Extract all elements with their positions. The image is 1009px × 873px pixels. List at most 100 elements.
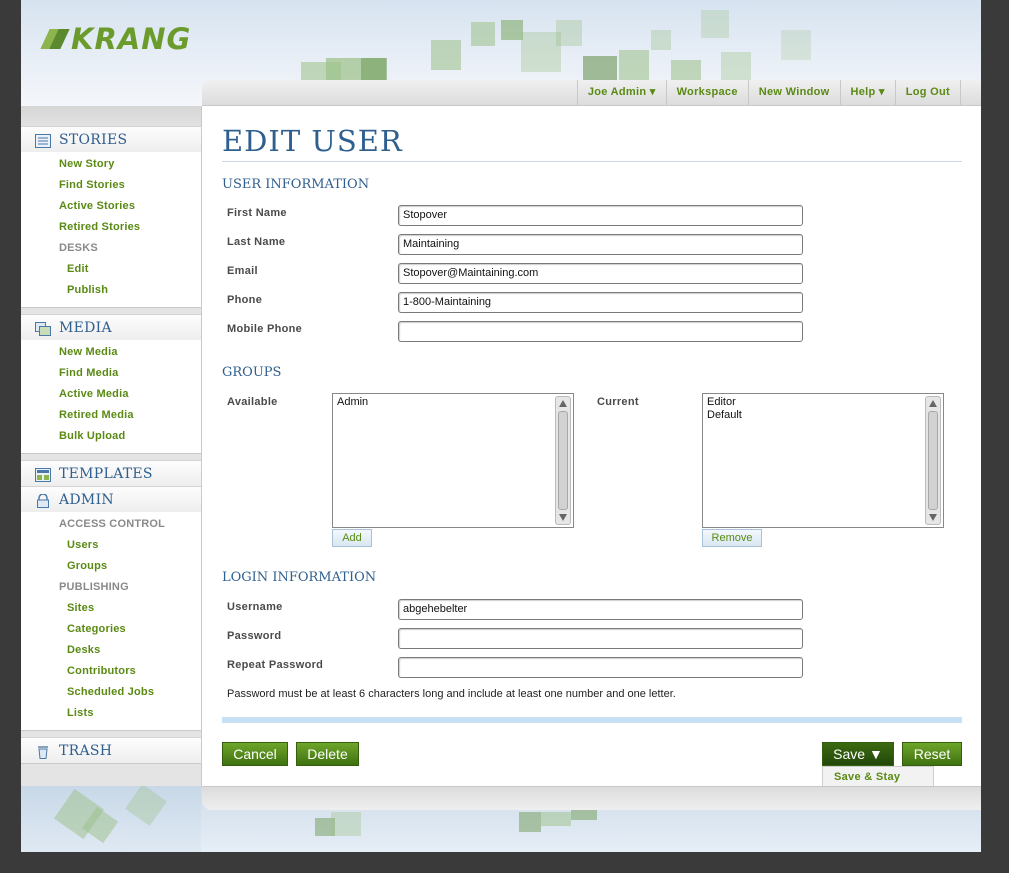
- reset-button[interactable]: Reset: [902, 742, 962, 766]
- password-label: Password: [227, 630, 282, 642]
- phone-label: Phone: [227, 294, 263, 306]
- page-title: EDIT USER: [222, 124, 962, 162]
- sidebar-media-title: MEDIA: [59, 319, 112, 336]
- app-frame: KRANG Joe Admin ▾ Workspace New Window H…: [21, 0, 981, 852]
- scroll-down-icon[interactable]: [929, 514, 937, 521]
- krang-logo[interactable]: KRANG: [39, 22, 191, 56]
- sidebar-media: MEDIA New Media Find Media Active Media …: [21, 314, 201, 454]
- sidebar-item-bulk-upload[interactable]: Bulk Upload: [21, 426, 201, 447]
- sidebar-templates: TEMPLATES: [21, 460, 201, 486]
- sidebar-templates-title: TEMPLATES: [59, 465, 153, 482]
- new-window-link[interactable]: New Window: [749, 80, 841, 105]
- scrollbar[interactable]: [555, 396, 571, 525]
- workspace-link[interactable]: Workspace: [667, 80, 749, 105]
- current-group-option[interactable]: Editor: [703, 396, 943, 409]
- sidebar-templates-header[interactable]: TEMPLATES: [21, 460, 201, 486]
- stories-icon: [35, 133, 51, 148]
- chevron-down-icon: ▾: [878, 86, 885, 98]
- repeat-password-label: Repeat Password: [227, 659, 324, 671]
- last-name-field[interactable]: Maintaining: [398, 234, 803, 255]
- templates-icon: [35, 467, 51, 482]
- sidebar-item-contributors[interactable]: Contributors: [21, 661, 201, 682]
- help-menu-label: Help: [850, 86, 876, 98]
- trash-icon: [35, 744, 51, 759]
- login-information-heading: LOGIN INFORMATION: [222, 570, 377, 585]
- user-menu[interactable]: Joe Admin ▾: [578, 80, 667, 105]
- sidebar-admin-title: ADMIN: [59, 491, 114, 508]
- sidebar-admin: ADMIN ACCESS CONTROL Users Groups PUBLIS…: [21, 486, 201, 731]
- available-groups-label: Available: [227, 396, 278, 408]
- first-name-label: First Name: [227, 207, 287, 219]
- user-menu-label: Joe Admin: [587, 86, 647, 98]
- sidebar-item-retired-media[interactable]: Retired Media: [21, 405, 201, 426]
- sidebar-item-categories[interactable]: Categories: [21, 619, 201, 640]
- main-content: EDIT USER USER INFORMATION First Name St…: [201, 106, 981, 788]
- remove-group-button[interactable]: Remove: [702, 529, 762, 547]
- save-and-stay-menu-item[interactable]: Save & Stay: [822, 766, 934, 788]
- sidebar-category-desks: DESKS: [59, 242, 98, 254]
- chevron-down-icon: ▾: [649, 86, 656, 98]
- email-field[interactable]: Stopover@Maintaining.com: [398, 263, 803, 284]
- sidebar-item-active-stories[interactable]: Active Stories: [21, 196, 201, 217]
- scroll-up-icon[interactable]: [929, 400, 937, 407]
- last-name-label: Last Name: [227, 236, 286, 248]
- phone-field[interactable]: 1-800-Maintaining: [398, 292, 803, 313]
- sidebar-item-find-media[interactable]: Find Media: [21, 363, 201, 384]
- available-groups-list[interactable]: Admin: [332, 393, 574, 528]
- password-field[interactable]: [398, 628, 803, 649]
- scroll-up-icon[interactable]: [559, 400, 567, 407]
- media-icon: [35, 321, 51, 336]
- cancel-button[interactable]: Cancel: [222, 742, 288, 766]
- sidebar-category-publishing: PUBLISHING: [59, 581, 129, 593]
- sidebar-trash-title: TRASH: [59, 742, 113, 759]
- sidebar-item-find-stories[interactable]: Find Stories: [21, 175, 201, 196]
- first-name-field[interactable]: Stopover: [398, 205, 803, 226]
- sidebar-item-groups[interactable]: Groups: [21, 556, 201, 577]
- scroll-down-icon[interactable]: [559, 514, 567, 521]
- krang-logo-mark: [39, 25, 70, 53]
- mobile-phone-field[interactable]: [398, 321, 803, 342]
- sidebar-item-active-media[interactable]: Active Media: [21, 384, 201, 405]
- user-information-heading: USER INFORMATION: [222, 177, 370, 192]
- current-group-option[interactable]: Default: [703, 409, 943, 422]
- email-label: Email: [227, 265, 258, 277]
- mobile-phone-label: Mobile Phone: [227, 323, 303, 335]
- help-menu[interactable]: Help ▾: [841, 80, 896, 105]
- sidebar-stories: STORIES New Story Find Stories Active St…: [21, 126, 201, 308]
- current-groups-list[interactable]: Editor Default: [702, 393, 944, 528]
- username-label: Username: [227, 601, 283, 613]
- sidebar-media-header[interactable]: MEDIA: [21, 314, 201, 340]
- repeat-password-field[interactable]: [398, 657, 803, 678]
- available-group-option[interactable]: Admin: [333, 396, 573, 409]
- sidebar-stories-header[interactable]: STORIES: [21, 126, 201, 152]
- username-field[interactable]: abgehebelter: [398, 599, 803, 620]
- sidebar-admin-header[interactable]: ADMIN: [21, 486, 201, 512]
- sidebar-item-scheduled-jobs[interactable]: Scheduled Jobs: [21, 682, 201, 703]
- sidebar-item-desk-publish[interactable]: Publish: [21, 280, 201, 301]
- sidebar-item-new-story[interactable]: New Story: [21, 154, 201, 175]
- lock-icon: [35, 492, 51, 508]
- save-button[interactable]: Save ▼: [822, 742, 894, 766]
- sidebar-item-users[interactable]: Users: [21, 535, 201, 556]
- sidebar-item-desk-edit[interactable]: Edit: [21, 259, 201, 280]
- sidebar-trash: TRASH: [21, 737, 201, 764]
- sidebar-item-lists[interactable]: Lists: [21, 703, 201, 724]
- sidebar-item-desks[interactable]: Desks: [21, 640, 201, 661]
- footer: [21, 786, 981, 852]
- sidebar-item-new-media[interactable]: New Media: [21, 342, 201, 363]
- sidebar-item-retired-stories[interactable]: Retired Stories: [21, 217, 201, 238]
- groups-heading: GROUPS: [222, 365, 282, 380]
- password-requirements-note: Password must be at least 6 characters l…: [227, 688, 676, 700]
- sidebar-trash-header[interactable]: TRASH: [21, 737, 201, 763]
- sidebar-stories-title: STORIES: [59, 131, 128, 148]
- delete-button[interactable]: Delete: [296, 742, 359, 766]
- log-out-link[interactable]: Log Out: [896, 80, 961, 105]
- sidebar-item-sites[interactable]: Sites: [21, 598, 201, 619]
- add-group-button[interactable]: Add: [332, 529, 372, 547]
- krang-logo-text: KRANG: [71, 22, 192, 56]
- current-groups-label: Current: [597, 396, 639, 408]
- top-navigation: Joe Admin ▾ Workspace New Window Help ▾ …: [202, 80, 981, 106]
- scrollbar[interactable]: [925, 396, 941, 525]
- sidebar-category-access-control: ACCESS CONTROL: [59, 518, 166, 530]
- form-divider: [222, 717, 962, 723]
